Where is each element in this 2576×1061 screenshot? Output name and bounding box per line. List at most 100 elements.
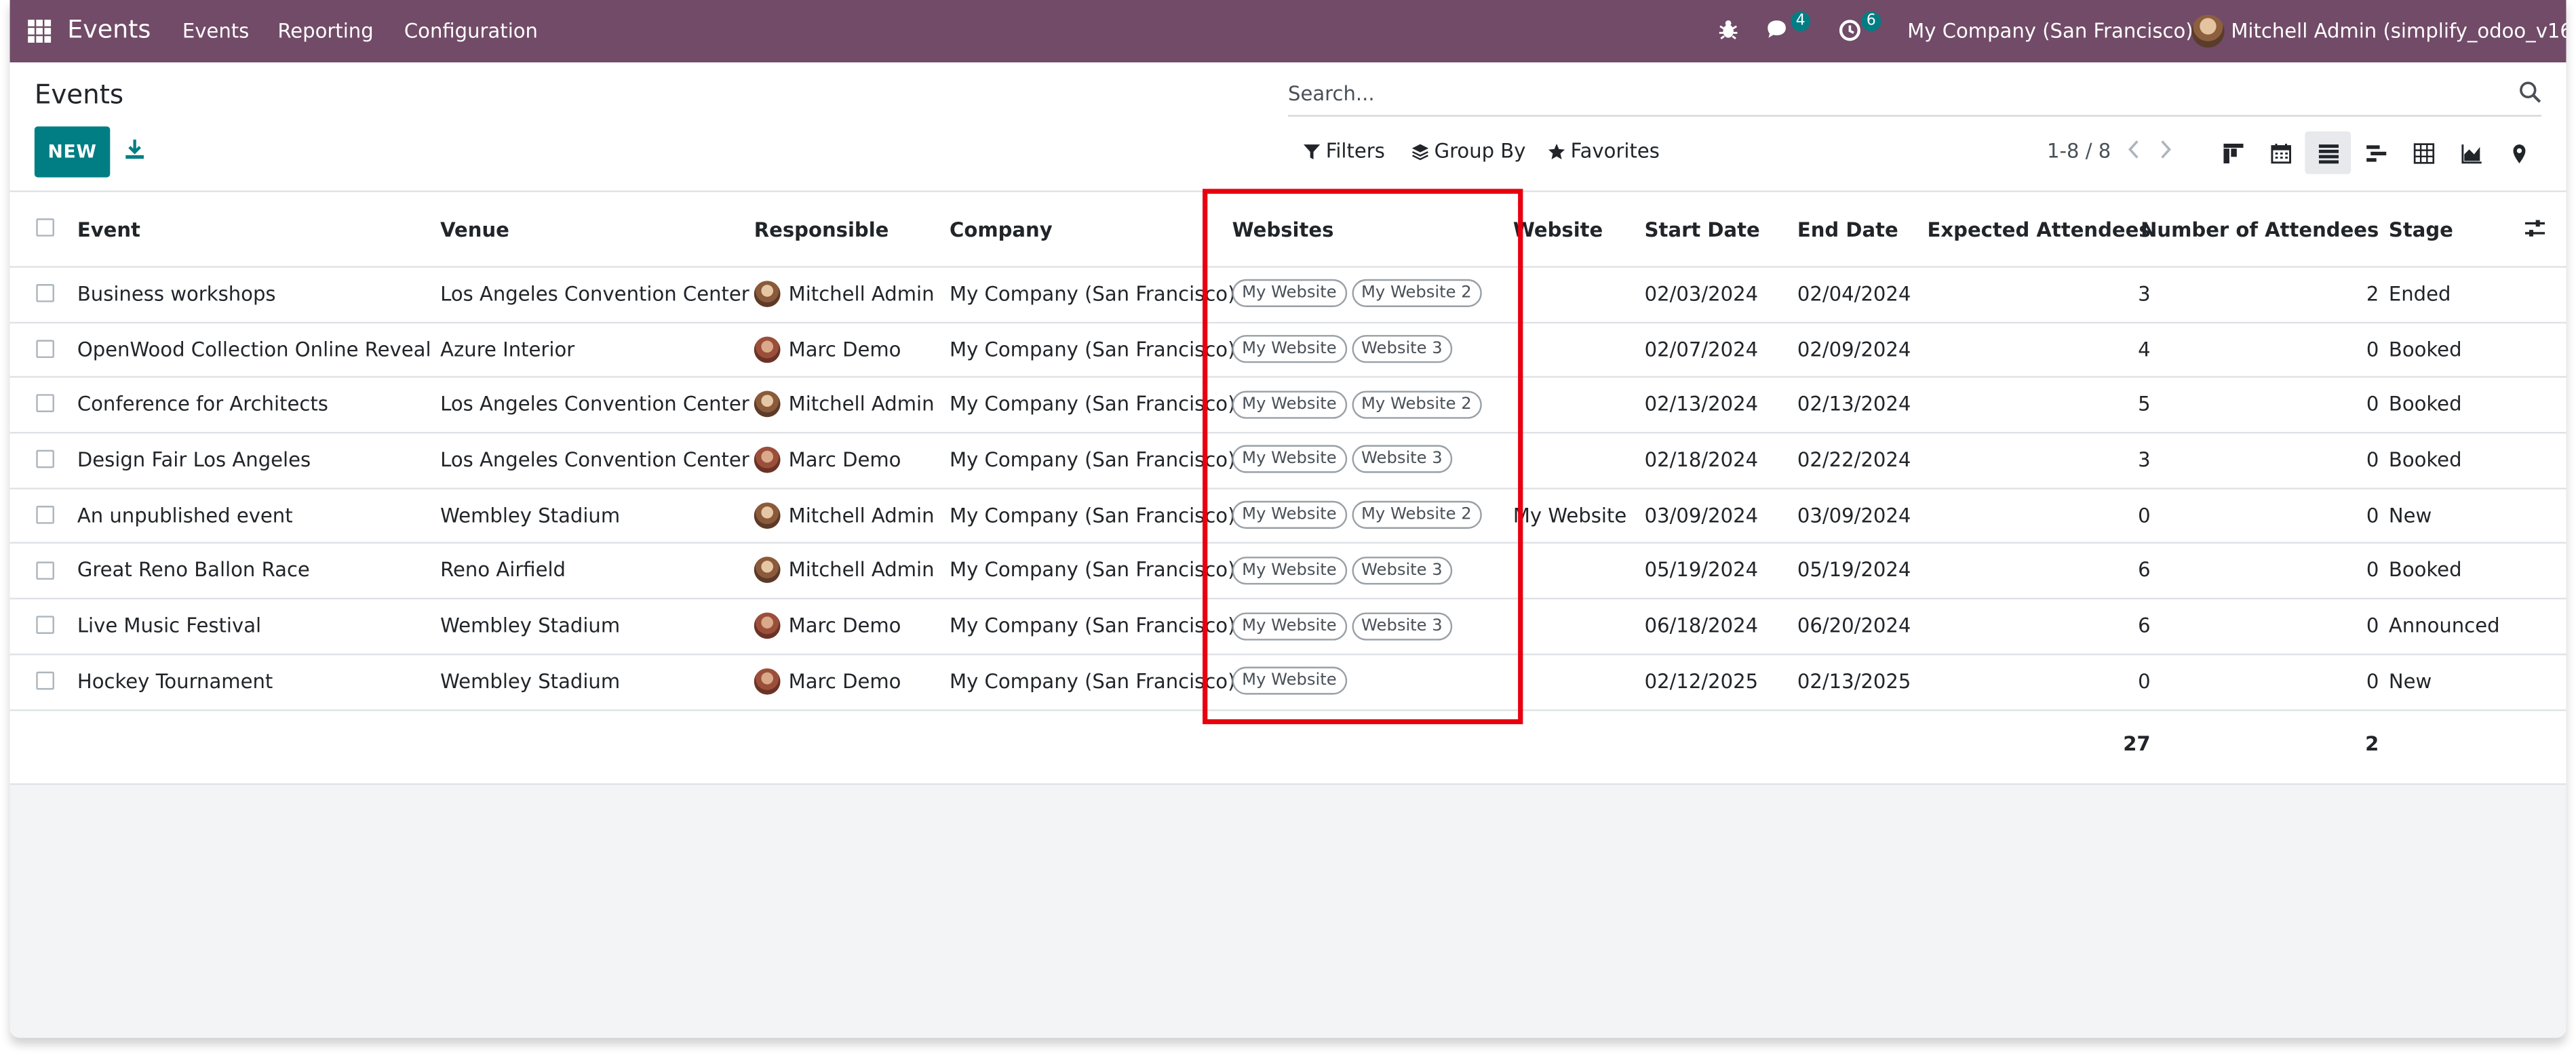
column-header-responsible[interactable]: Responsible bbox=[754, 192, 889, 266]
cell-stage: Booked bbox=[2388, 559, 2462, 582]
row-checkbox[interactable] bbox=[36, 395, 54, 413]
new-button[interactable]: NEW bbox=[34, 126, 111, 178]
debug-bug-icon[interactable] bbox=[1715, 16, 1742, 43]
menu-item-reporting[interactable]: Reporting bbox=[277, 20, 373, 43]
row-checkbox[interactable] bbox=[36, 284, 54, 302]
favorites-button[interactable]: Favorites bbox=[1548, 140, 1660, 163]
table-header: Event Venue Responsible Company Websites… bbox=[9, 192, 2567, 268]
cell-expected-attendees: 0 bbox=[2138, 669, 2151, 693]
download-icon[interactable] bbox=[123, 138, 147, 161]
page-title[interactable]: Events bbox=[35, 79, 123, 110]
search-input[interactable] bbox=[1288, 75, 2504, 112]
row-checkbox[interactable] bbox=[36, 449, 54, 468]
column-header-company[interactable]: Company bbox=[950, 192, 1053, 266]
cell-end-date: 02/13/2025 bbox=[1797, 669, 1911, 693]
search-icon[interactable] bbox=[2518, 81, 2541, 104]
view-graph-button[interactable] bbox=[2448, 132, 2494, 174]
cell-start-date: 03/09/2024 bbox=[1644, 503, 1759, 527]
table-row[interactable]: OpenWood Collection Online Reveal Azure I… bbox=[9, 321, 2567, 379]
column-header-expected-attendees[interactable]: Expected Attendees bbox=[1928, 192, 2151, 266]
cell-end-date: 02/04/2024 bbox=[1797, 282, 1911, 306]
row-checkbox[interactable] bbox=[36, 505, 54, 524]
cell-event: Great Reno Ballon Race bbox=[77, 559, 310, 582]
cell-websites: My Website bbox=[1232, 654, 1352, 709]
pager-value[interactable]: 1-8 / 8 bbox=[2047, 140, 2111, 163]
activities-clock-icon[interactable] bbox=[1837, 16, 1863, 43]
cell-company: My Company (San Francisco) bbox=[950, 282, 1236, 306]
messages-chat-icon[interactable] bbox=[1764, 16, 1791, 43]
website-tag: Website 3 bbox=[1351, 335, 1453, 363]
table-row[interactable]: Business workshops Los Angeles Convention… bbox=[9, 266, 2567, 323]
cell-event: Live Music Festival bbox=[77, 614, 262, 637]
cell-responsible: Marc Demo bbox=[754, 321, 901, 377]
website-tag: My Website bbox=[1232, 445, 1347, 474]
cell-websites: My Website Website 3 bbox=[1232, 321, 1458, 377]
events-list: Event Venue Responsible Company Websites… bbox=[9, 192, 2567, 785]
menu-item-events[interactable]: Events bbox=[182, 20, 249, 43]
cell-event: Hockey Tournament bbox=[77, 669, 273, 693]
pager-next-icon[interactable] bbox=[2154, 136, 2177, 163]
responsible-name: Marc Demo bbox=[788, 614, 901, 637]
menu-item-configuration[interactable]: Configuration bbox=[404, 20, 538, 43]
cell-venue: Reno Airfield bbox=[440, 559, 566, 582]
column-header-event[interactable]: Event bbox=[77, 192, 140, 266]
cell-venue: Wembley Stadium bbox=[440, 503, 621, 527]
row-checkbox[interactable] bbox=[36, 671, 54, 690]
list-icon bbox=[2318, 143, 2338, 163]
cell-expected-attendees: 4 bbox=[2138, 337, 2151, 361]
cell-company: My Company (San Francisco) bbox=[950, 337, 1236, 361]
optional-columns-sliders-icon[interactable] bbox=[2523, 217, 2546, 240]
column-header-websites[interactable]: Websites bbox=[1232, 192, 1334, 266]
cell-responsible: Mitchell Admin bbox=[754, 487, 935, 543]
responsible-name: Marc Demo bbox=[788, 448, 901, 472]
filters-button[interactable]: Filters bbox=[1303, 140, 1385, 163]
view-kanban-button[interactable] bbox=[2210, 132, 2256, 174]
pager-previous-icon[interactable] bbox=[2122, 136, 2145, 163]
user-avatar[interactable] bbox=[2191, 14, 2225, 48]
website-tag: My Website 2 bbox=[1351, 279, 1482, 308]
table-row[interactable]: Conference for Architects Los Angeles Con… bbox=[9, 377, 2567, 434]
cell-venue: Los Angeles Convention Center bbox=[440, 393, 749, 416]
table-row[interactable]: An unpublished event Wembley Stadium Mitch… bbox=[9, 487, 2567, 544]
total-number-of-attendees: 2 bbox=[2365, 732, 2379, 756]
cell-venue: Los Angeles Convention Center bbox=[440, 448, 749, 472]
company-switcher[interactable]: My Company (San Francisco) bbox=[1907, 20, 2193, 43]
cell-start-date: 02/12/2025 bbox=[1644, 669, 1759, 693]
select-all-checkbox[interactable] bbox=[36, 218, 54, 237]
column-header-venue[interactable]: Venue bbox=[440, 192, 509, 266]
column-header-number-of-attendees[interactable]: Number of Attendees bbox=[2141, 192, 2379, 266]
apps-menu-icon[interactable] bbox=[28, 20, 52, 43]
group-by-button[interactable]: Group By bbox=[1411, 140, 1525, 163]
column-header-start-date[interactable]: Start Date bbox=[1645, 192, 1760, 266]
column-header-stage[interactable]: Stage bbox=[2389, 192, 2453, 266]
cell-company: My Company (San Francisco) bbox=[950, 503, 1236, 527]
website-tag: My Website 2 bbox=[1351, 390, 1482, 419]
table-row[interactable]: Live Music Festival Wembley Stadium Marc D… bbox=[9, 598, 2567, 656]
screenshot-stage: Events Events Reporting Configuration 4 … bbox=[0, 0, 2576, 1061]
row-checkbox[interactable] bbox=[36, 616, 54, 635]
cell-websites: My Website My Website 2 bbox=[1232, 487, 1487, 543]
cell-stage: Announced bbox=[2388, 614, 2500, 637]
app-name[interactable]: Events bbox=[67, 15, 151, 45]
row-checkbox[interactable] bbox=[36, 339, 54, 358]
cell-start-date: 02/03/2024 bbox=[1644, 282, 1759, 306]
row-checkbox[interactable] bbox=[36, 561, 54, 579]
gantt-icon bbox=[2365, 144, 2386, 161]
view-list-button[interactable] bbox=[2305, 131, 2351, 174]
view-gantt-button[interactable] bbox=[2353, 132, 2399, 174]
table-row[interactable]: Design Fair Los Angeles Los Angeles Conve… bbox=[9, 432, 2567, 489]
view-calendar-button[interactable] bbox=[2257, 132, 2303, 174]
view-pivot-button[interactable] bbox=[2400, 132, 2446, 174]
cell-venue: Los Angeles Convention Center bbox=[440, 282, 749, 306]
table-row[interactable]: Hockey Tournament Wembley Stadium Marc Dem… bbox=[9, 654, 2567, 710]
user-menu[interactable]: Mitchell Admin (simplify_odoo_v16) bbox=[2231, 20, 2566, 43]
graph-icon bbox=[2461, 143, 2481, 163]
cell-number-of-attendees: 0 bbox=[2366, 669, 2379, 693]
table-row[interactable]: Great Reno Ballon Race Reno Airfield Mitch… bbox=[9, 543, 2567, 600]
column-header-end-date[interactable]: End Date bbox=[1797, 192, 1898, 266]
view-map-button[interactable] bbox=[2495, 132, 2541, 174]
column-header-website[interactable]: Website bbox=[1513, 192, 1603, 266]
website-tag: Website 3 bbox=[1351, 612, 1453, 640]
cell-stage: Booked bbox=[2388, 337, 2462, 361]
website-tag: My Website bbox=[1232, 501, 1347, 529]
